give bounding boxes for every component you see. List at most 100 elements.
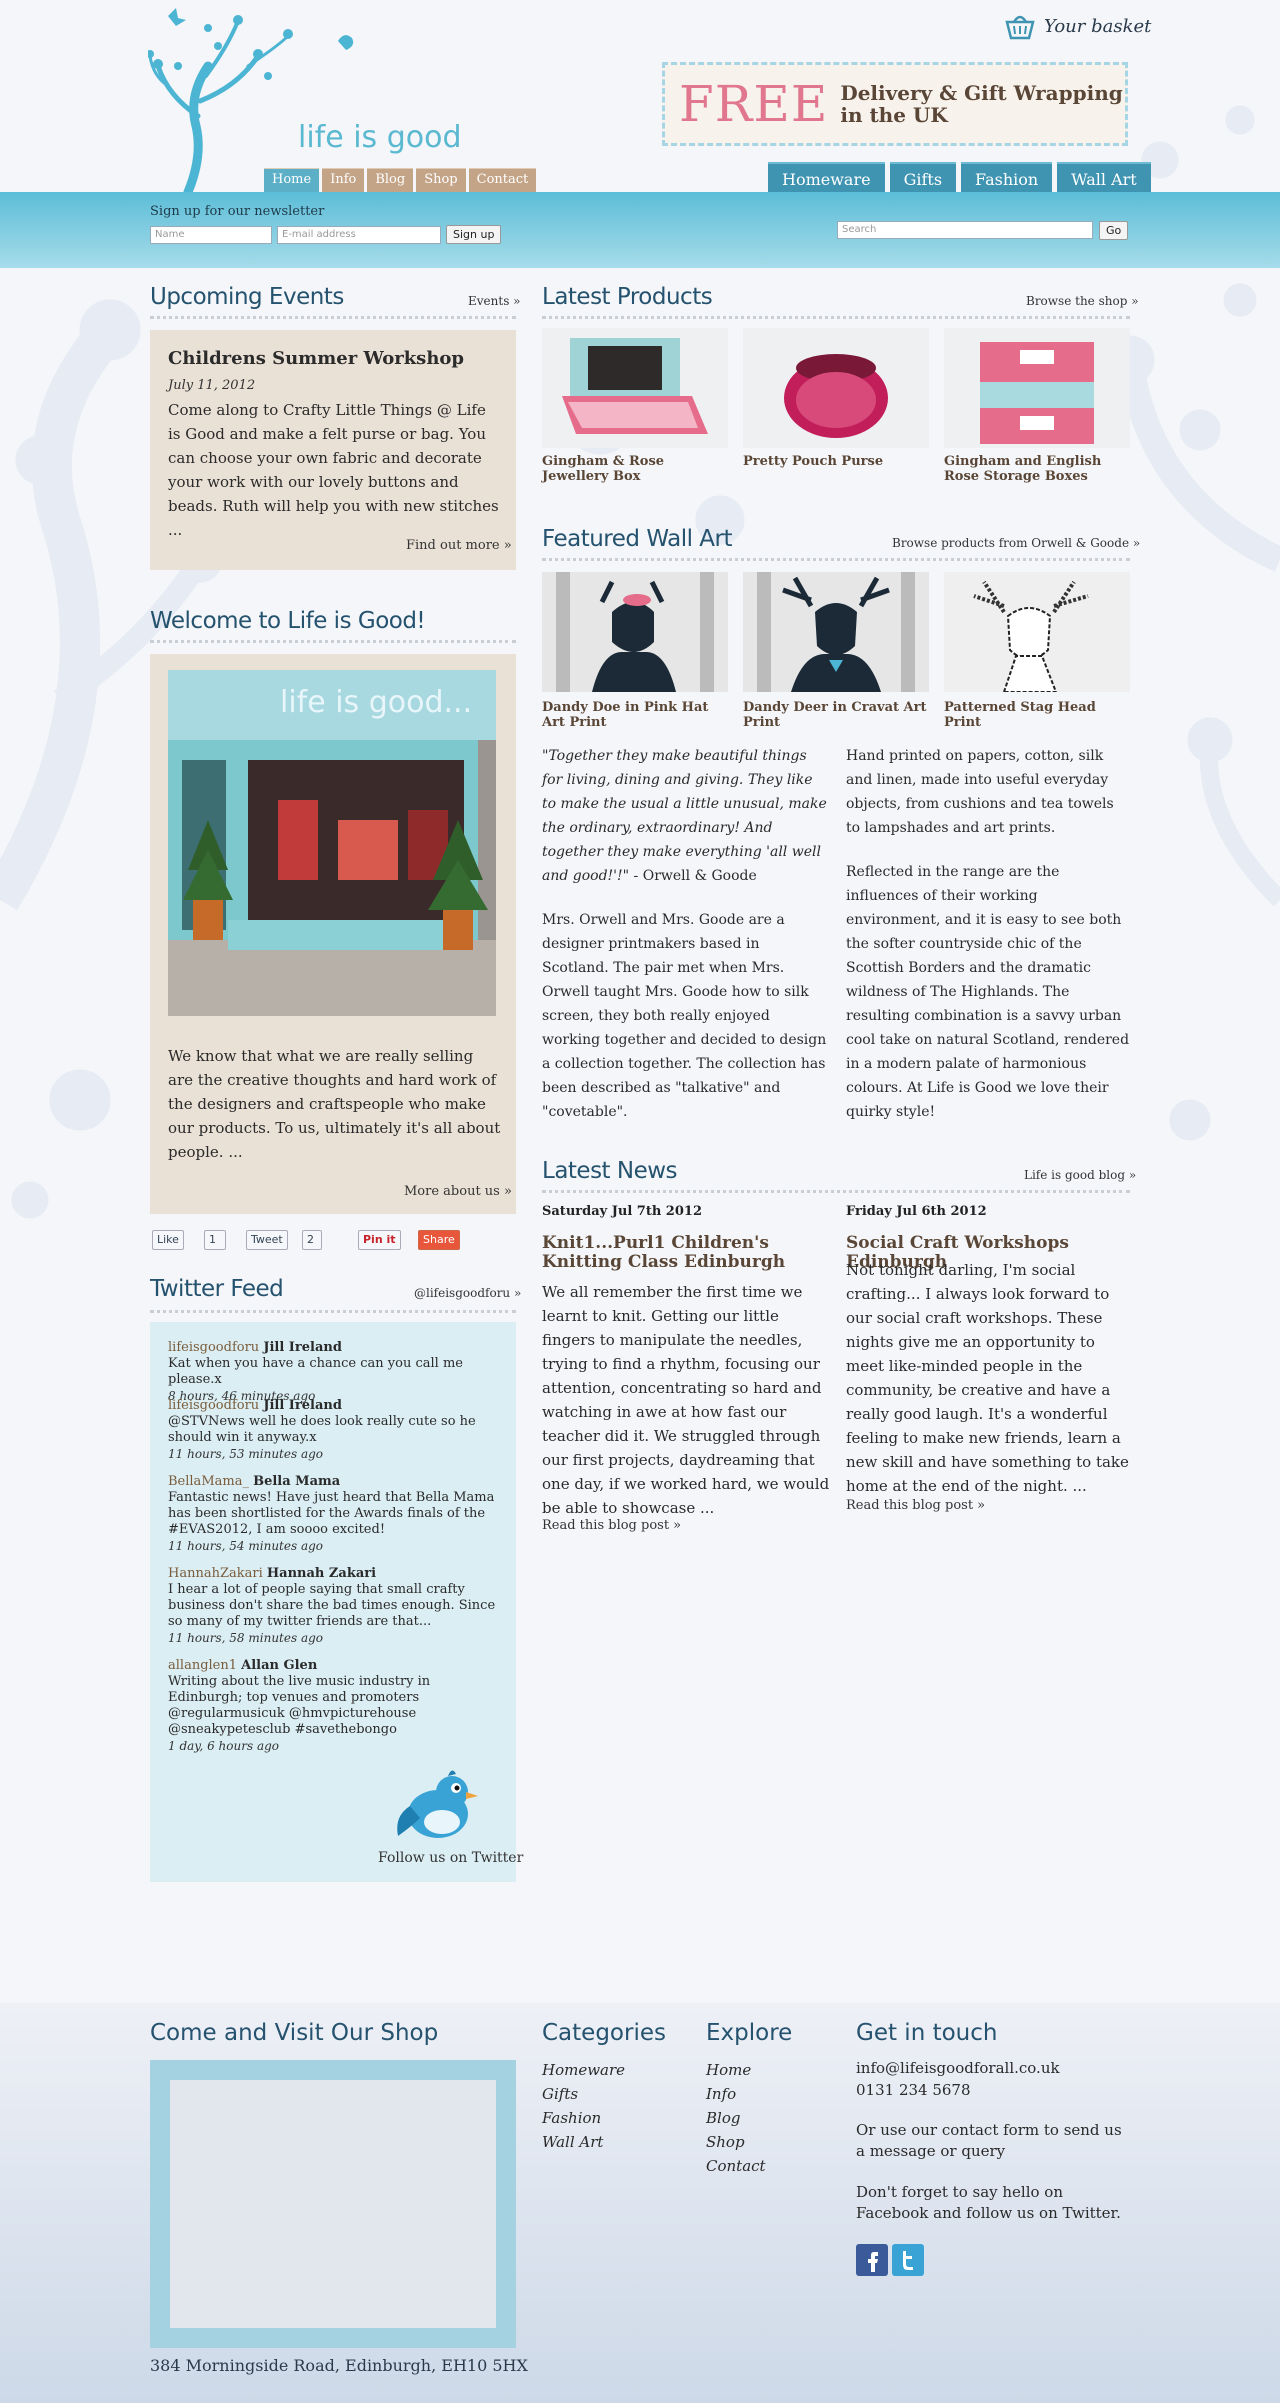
news-title[interactable]: Knit1...Purl1 Children's Knitting Class … bbox=[542, 1234, 822, 1272]
share-button[interactable]: Share bbox=[418, 1230, 460, 1250]
tweet-name: Allan Glen bbox=[241, 1658, 318, 1673]
like-label: Like bbox=[157, 1233, 179, 1246]
categories-list: Homeware Gifts Fashion Wall Art bbox=[542, 2058, 625, 2154]
divider bbox=[150, 1310, 516, 1313]
contact-heading: Get in touch bbox=[856, 2020, 998, 2046]
tweet-handle[interactable]: BellaMama_ bbox=[168, 1474, 249, 1489]
shop-address: 384 Morningside Road, Edinburgh, EH10 5H… bbox=[150, 2356, 528, 2375]
footer-link-wall-art[interactable]: Wall Art bbox=[542, 2130, 625, 2154]
contact-phone: 0131 234 5678 bbox=[856, 2081, 971, 2099]
basket-link[interactable]: Your basket bbox=[1004, 12, 1151, 40]
nav-homeware[interactable]: Homeware bbox=[768, 162, 885, 192]
newsletter-name-input[interactable]: Name bbox=[150, 226, 272, 244]
footer-link-fashion[interactable]: Fashion bbox=[542, 2106, 625, 2130]
art-image-dandy-doe[interactable] bbox=[542, 572, 728, 692]
footer-link-shop[interactable]: Shop bbox=[706, 2130, 766, 2154]
follow-twitter-link[interactable]: Follow us on Twitter bbox=[378, 1850, 523, 1866]
nav-blog[interactable]: Blog bbox=[367, 168, 414, 192]
tweet-handle[interactable]: HannahZakari bbox=[168, 1566, 263, 1581]
search-input[interactable]: Search bbox=[837, 221, 1093, 239]
nav-fashion[interactable]: Fashion bbox=[961, 162, 1053, 192]
art-title[interactable]: Patterned Stag Head Print bbox=[944, 700, 1130, 730]
contact-email[interactable]: info@lifeisgoodforall.co.uk bbox=[856, 2058, 1060, 2079]
orwell-goode-description: Mrs. Orwell and Mrs. Goode are a designe… bbox=[542, 912, 827, 1120]
tweet-button[interactable]: Tweet bbox=[246, 1230, 288, 1250]
art-image-dandy-deer[interactable] bbox=[743, 572, 929, 692]
footer-link-homeware[interactable]: Homeware bbox=[542, 2058, 625, 2082]
signup-button[interactable]: Sign up bbox=[446, 225, 502, 244]
facebook-icon[interactable] bbox=[856, 2244, 888, 2276]
event-date: July 11, 2012 bbox=[168, 378, 256, 393]
browse-shop-link[interactable]: Browse the shop » bbox=[1026, 294, 1139, 308]
tweet-time: 11 hours, 53 minutes ago bbox=[168, 1447, 324, 1461]
tweet-item: HannahZakari Hannah Zakari I hear a lot … bbox=[168, 1566, 506, 1647]
tweet-label: Tweet bbox=[251, 1233, 283, 1246]
twitter-icon[interactable] bbox=[892, 2244, 924, 2276]
basket-label: Your basket bbox=[1044, 15, 1152, 37]
blog-link[interactable]: Life is good blog » bbox=[1024, 1168, 1136, 1182]
categories-heading: Categories bbox=[542, 2020, 666, 2046]
nav-contact[interactable]: Contact bbox=[468, 168, 537, 192]
nav-gifts[interactable]: Gifts bbox=[889, 162, 957, 192]
contact-form-text: Or use our contact form to send us a mes… bbox=[856, 2121, 1122, 2160]
find-out-more-link[interactable]: Find out more » bbox=[406, 538, 512, 553]
product-title[interactable]: Gingham & Rose Jewellery Box bbox=[542, 454, 728, 484]
footer-link-gifts[interactable]: Gifts bbox=[542, 2082, 625, 2106]
nav-home[interactable]: Home bbox=[264, 168, 320, 192]
nav-shop[interactable]: Shop bbox=[416, 168, 466, 192]
twitter-heading: Twitter Feed bbox=[150, 1276, 284, 1302]
logo-tree-icon[interactable] bbox=[148, 6, 448, 192]
tweet-text: I hear a lot of people saying that small… bbox=[168, 1582, 496, 1629]
read-blog-post-link[interactable]: Read this blog post » bbox=[846, 1498, 985, 1513]
shop-map[interactable] bbox=[170, 2080, 496, 2328]
news-body: We all remember the first time we learnt… bbox=[542, 1283, 830, 1517]
product-image-jewellery-box[interactable] bbox=[542, 328, 728, 448]
more-about-us-link[interactable]: More about us » bbox=[404, 1184, 512, 1199]
tweet-text: Fantastic news! Have just heard that Bel… bbox=[168, 1490, 495, 1537]
tweet-count: 2 bbox=[302, 1230, 322, 1250]
twitter-handle-link[interactable]: @lifeisgoodforu » bbox=[414, 1286, 521, 1300]
nav-wall-art[interactable]: Wall Art bbox=[1057, 162, 1151, 192]
tweet-text: Writing about the live music industry in… bbox=[168, 1674, 431, 1737]
tweet-handle[interactable]: allanglen1 bbox=[168, 1658, 237, 1673]
product-image-storage-boxes[interactable] bbox=[944, 328, 1130, 448]
read-blog-post-link[interactable]: Read this blog post » bbox=[542, 1518, 681, 1533]
events-link[interactable]: Events » bbox=[468, 294, 521, 308]
tweet-name: Jill Ireland bbox=[263, 1398, 342, 1413]
product-title[interactable]: Gingham and English Rose Storage Boxes bbox=[944, 454, 1130, 484]
quote-text: "Together they make beautiful things for… bbox=[542, 748, 827, 884]
tweet-name: Jill Ireland bbox=[263, 1340, 342, 1355]
quote-attribution: - Orwell & Goode bbox=[629, 868, 757, 884]
secondary-nav: Home Info Blog Shop Contact bbox=[264, 168, 537, 192]
banner-free-word: FREE bbox=[679, 75, 829, 133]
tweet-name: Hannah Zakari bbox=[266, 1566, 377, 1581]
event-description: Come along to Crafty Little Things @ Lif… bbox=[168, 401, 499, 539]
basket-icon bbox=[1005, 15, 1035, 40]
art-image-patterned-stag[interactable] bbox=[944, 572, 1130, 692]
search-go-button[interactable]: Go bbox=[1099, 221, 1129, 240]
art-title[interactable]: Dandy Deer in Cravat Art Print bbox=[743, 700, 929, 730]
footer-link-info[interactable]: Info bbox=[706, 2082, 766, 2106]
logo-text[interactable]: life is good bbox=[298, 120, 462, 155]
tweet-item: allanglen1 Allan Glen Writing about the … bbox=[168, 1658, 506, 1755]
browse-orwell-goode-link[interactable]: Browse products from Orwell & Goode » bbox=[892, 536, 1140, 550]
footer-link-home[interactable]: Home bbox=[706, 2058, 766, 2082]
newsletter-email-input[interactable]: E-mail address bbox=[277, 226, 441, 244]
art-title[interactable]: Dandy Doe in Pink Hat Art Print bbox=[542, 700, 728, 730]
tweet-handle[interactable]: lifeisgoodforu bbox=[168, 1340, 259, 1355]
facebook-like-button[interactable]: Like bbox=[152, 1230, 184, 1250]
footer-link-blog[interactable]: Blog bbox=[706, 2106, 766, 2130]
footer-link-contact[interactable]: Contact bbox=[706, 2154, 766, 2178]
product-image-pouch-purse[interactable] bbox=[743, 328, 929, 448]
product-title[interactable]: Pretty Pouch Purse bbox=[743, 454, 929, 469]
event-title[interactable]: Childrens Summer Workshop bbox=[168, 348, 464, 369]
pin-it-button[interactable]: Pin it bbox=[358, 1230, 401, 1250]
tweet-handle[interactable]: lifeisgoodforu bbox=[168, 1398, 259, 1413]
tweet-time: 1 day, 6 hours ago bbox=[168, 1739, 279, 1753]
twitter-bird-icon[interactable] bbox=[390, 1766, 480, 1846]
primary-nav: Homeware Gifts Fashion Wall Art bbox=[768, 162, 1151, 192]
tweet-text: Kat when you have a chance can you call … bbox=[168, 1356, 463, 1387]
divider bbox=[542, 558, 1130, 561]
nav-info[interactable]: Info bbox=[322, 168, 365, 192]
divider bbox=[542, 316, 1130, 319]
